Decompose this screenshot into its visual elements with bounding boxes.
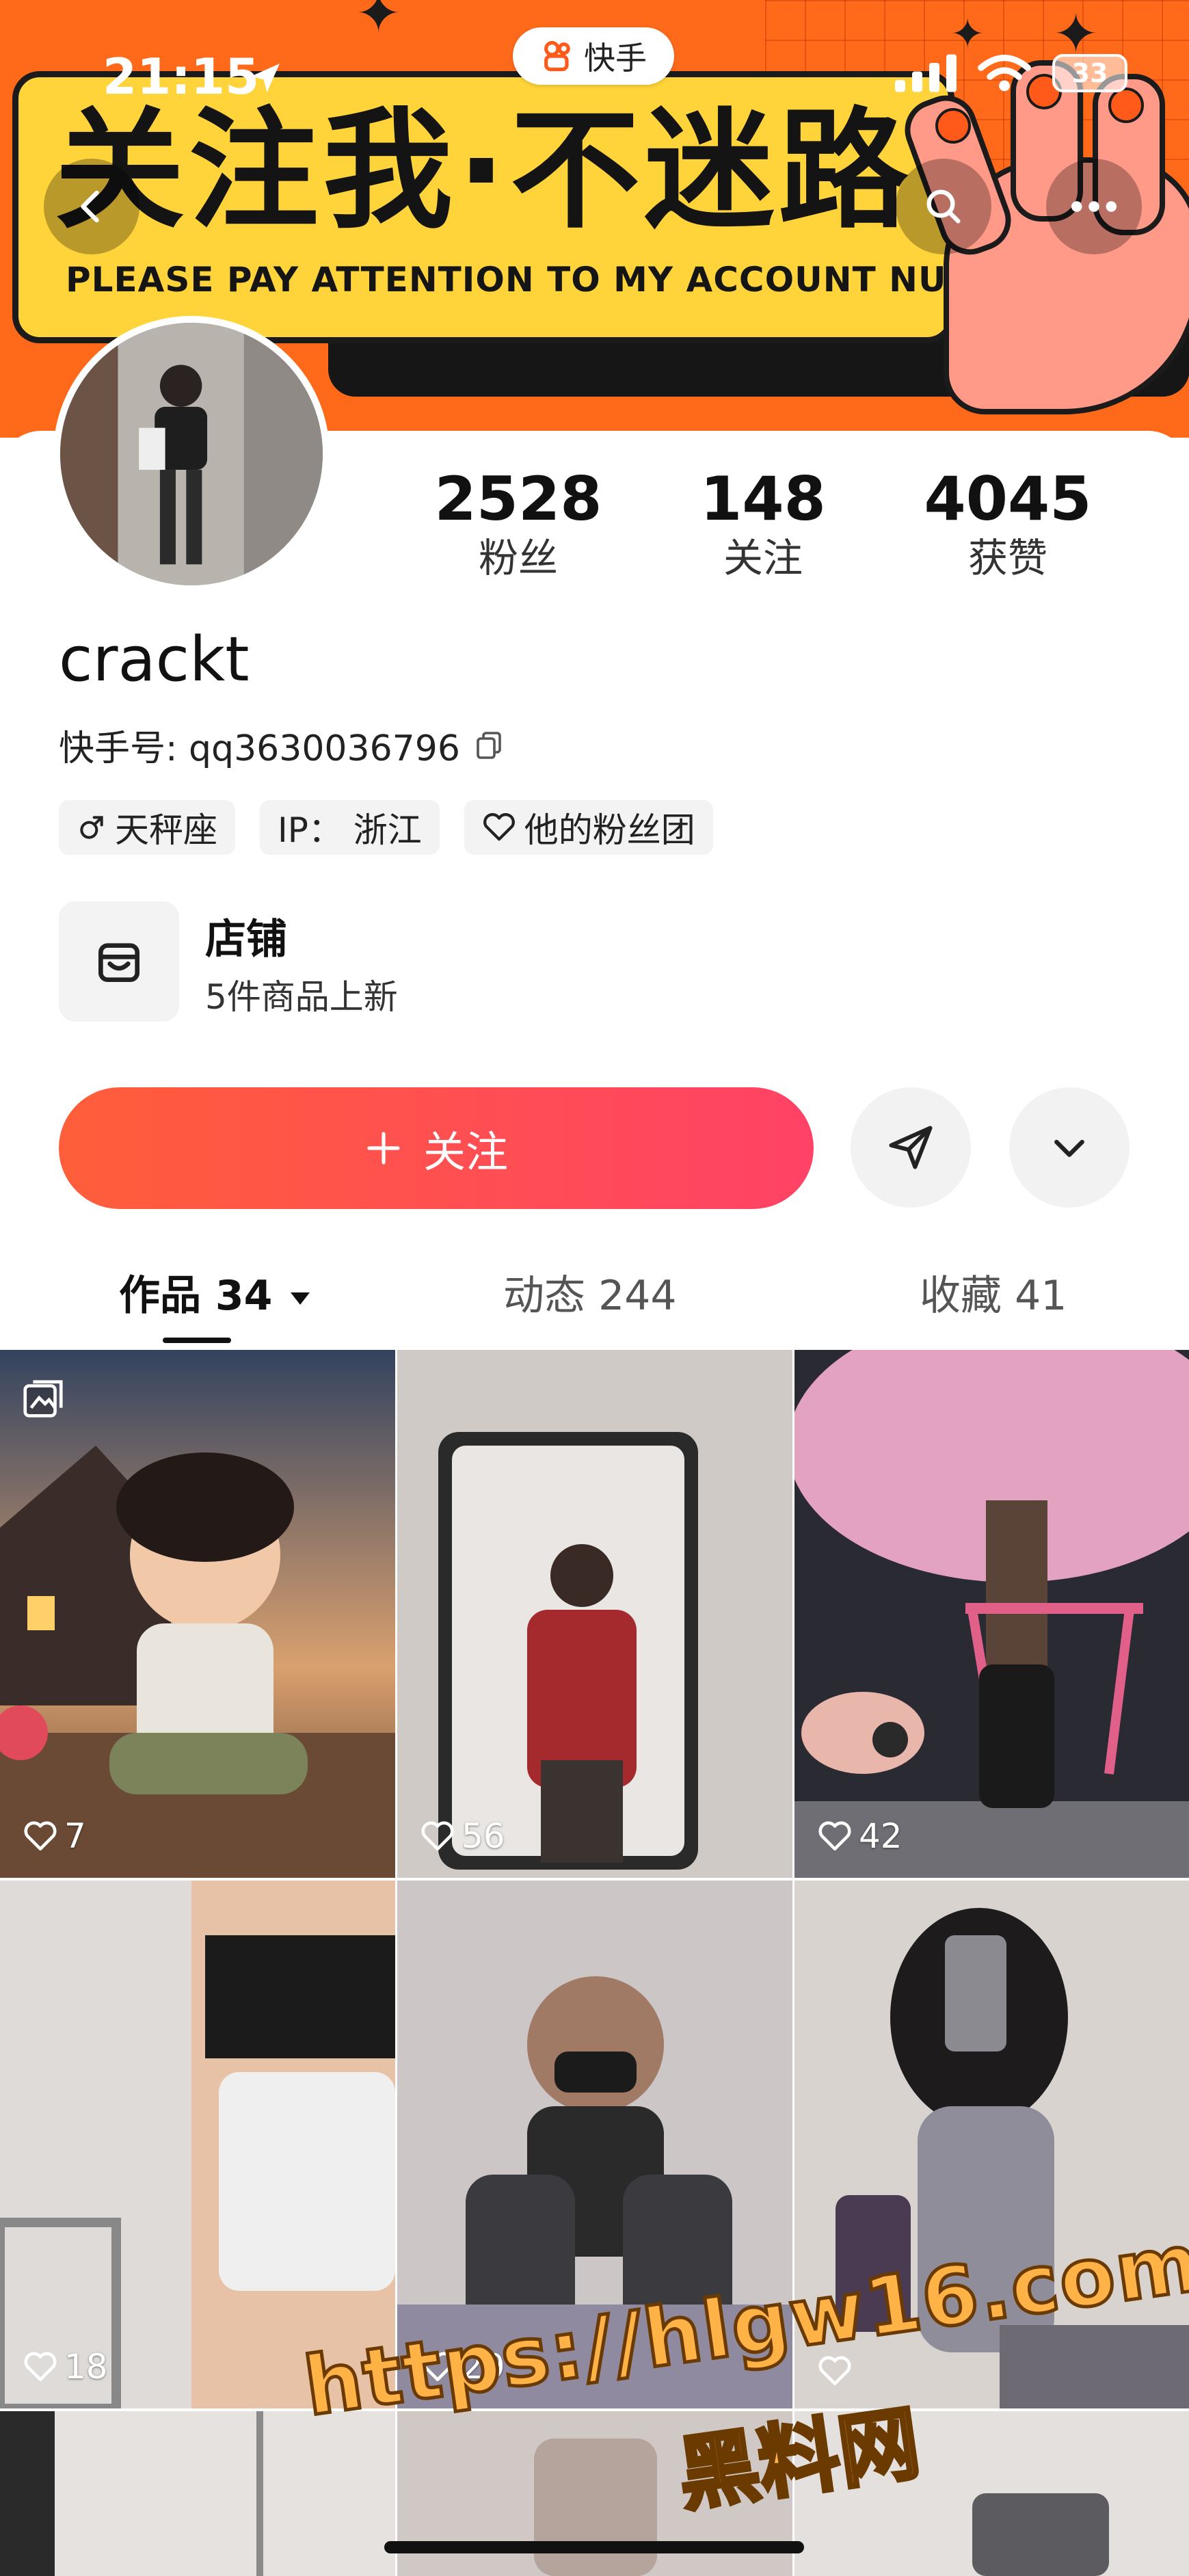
post-thumbnail [397,1350,792,1878]
post-likes-count: 18 [64,2347,108,2387]
stat-likes[interactable]: 4045 获赞 [919,465,1097,583]
post-thumbnail [794,1350,1189,1878]
tab-works-label: 作品 34 [119,1272,273,1320]
post-likes: 18 [23,2347,108,2387]
search-icon [926,189,961,224]
share-button[interactable] [851,1087,971,1208]
battery-indicator: 33 [1052,54,1127,92]
caret-down-icon[interactable] [286,1288,314,1308]
stat-followers[interactable]: 2528 粉丝 [429,465,607,583]
search-button[interactable] [896,159,991,254]
post-thumbnail [0,1350,395,1878]
follow-button-label: 关注 [423,1129,508,1176]
more-options-button[interactable] [1046,159,1142,254]
plus-icon [367,1132,400,1165]
send-icon [889,1126,933,1169]
stat-likes-label: 获赞 [967,535,1047,581]
post-likes-count: 42 [859,1816,903,1856]
tag-fan-group-label: 他的粉丝团 [524,810,695,850]
status-time: 21:15 [103,48,260,105]
username: crackt [59,624,250,695]
copy-icon[interactable] [472,729,505,762]
expand-button[interactable] [1009,1087,1130,1208]
profile-tags: 天秤座 IP： 浙江 他的粉丝团 [59,800,713,855]
post-tile[interactable]: 18 [0,1881,395,2408]
shop-title[interactable]: 店铺 [205,906,287,966]
post-likes: 56 [420,1816,505,1856]
post-thumbnail [0,1881,395,2408]
status-indicators: 33 [895,53,1127,93]
post-tile[interactable]: 7 [0,1350,395,1878]
post-likes-count: 7 [64,1816,86,1856]
account-id: 快手号: qq3630036796 [59,728,460,769]
shop-subtitle: 5件商品上新 [205,977,398,1017]
tag-zodiac: 天秤座 [59,800,235,855]
tag-zodiac-label: 天秤座 [115,810,217,850]
gallery-icon [23,1380,63,1418]
heart-handshake-icon [483,813,515,841]
star-decoration-icon: ✦ [950,10,985,58]
tab-active-indicator [163,1338,231,1343]
heart-icon [818,1821,851,1851]
heart-icon [24,2352,57,2382]
post-likes-count: 56 [462,1816,505,1856]
tab-moments[interactable]: 动态 244 [503,1262,677,1322]
banner-headline: 关注我·不迷路 [55,95,913,246]
post-thumbnail [0,2411,395,2576]
banner-subtitle: PLEASE PAY ATTENTION TO MY ACCOUNT NUMBE… [66,260,1060,300]
avatar-photo [60,323,323,585]
app-badge[interactable]: 快手 [513,27,674,85]
heart-icon [421,1821,454,1851]
male-gender-icon [80,816,103,839]
stat-followers-value: 2528 [434,464,602,534]
stat-likes-value: 4045 [924,464,1092,534]
post-likes: 7 [23,1816,86,1856]
account-id-row[interactable]: 快手号: qq3630036796 [59,719,505,771]
star-decoration-icon: ✦ [356,0,402,45]
stat-following-value: 148 [700,464,826,534]
chevron-down-icon [1054,1139,1084,1157]
follow-button[interactable]: 关注 [59,1087,814,1209]
chevron-left-icon [81,190,99,223]
tab-favorites[interactable]: 收藏 41 [920,1262,1067,1322]
stat-following[interactable]: 148 关注 [674,465,852,583]
shop-icon-tile[interactable] [59,901,179,1022]
heart-icon [24,1821,57,1851]
stat-followers-label: 粉丝 [478,535,558,581]
post-tile[interactable]: 56 [397,1350,792,1878]
tab-works[interactable]: 作品 34 [119,1262,314,1322]
app-badge-label: 快手 [584,40,647,77]
stat-following-label: 关注 [723,535,803,581]
avatar[interactable] [53,316,330,592]
home-indicator[interactable] [384,2541,804,2553]
post-tile[interactable] [0,2411,395,2576]
tag-ip-label: IP： 浙江 [278,810,422,850]
wifi-icon [978,54,1031,92]
tag-fan-group[interactable]: 他的粉丝团 [464,800,713,855]
signal-icon [895,54,957,92]
kuaishou-logo-icon [544,40,570,72]
location-arrow-icon [251,64,280,92]
post-tile[interactable]: 42 [794,1350,1189,1878]
shop-bag-icon [98,943,139,982]
back-button[interactable] [44,159,139,254]
post-likes: 42 [818,1816,903,1856]
tag-ip: IP： 浙江 [260,800,440,855]
more-dots-icon [1071,201,1117,212]
